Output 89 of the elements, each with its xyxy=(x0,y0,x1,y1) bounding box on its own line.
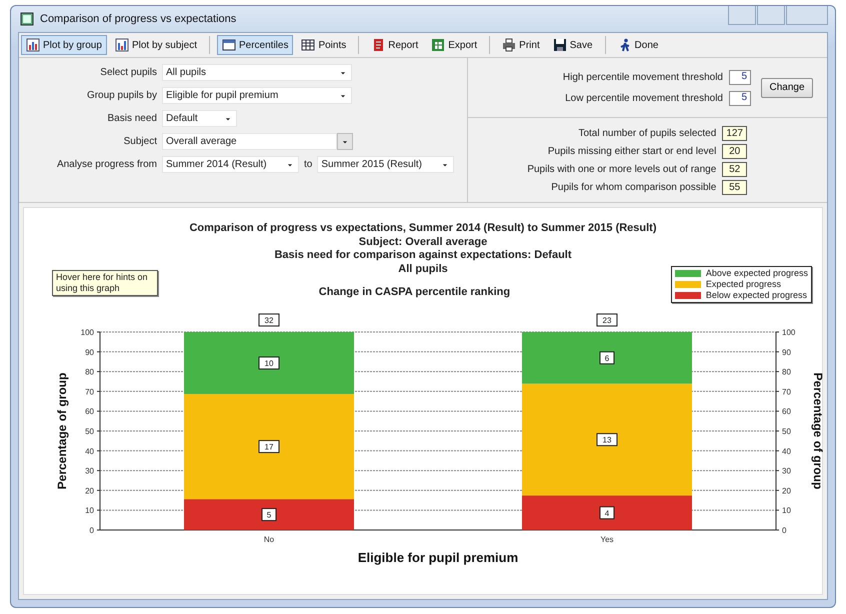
bar-chart-icon xyxy=(114,38,129,52)
document-icon xyxy=(371,38,386,52)
total-label: 23 xyxy=(596,314,618,326)
count-label: 10 xyxy=(258,356,280,370)
printer-icon xyxy=(502,38,516,52)
change-button[interactable]: Change xyxy=(761,78,813,98)
axis-tick-label: 90 xyxy=(85,348,94,357)
field-label: High percentile movement threshold xyxy=(562,72,723,82)
axis-tick-label: 0 xyxy=(90,526,94,535)
window-icon xyxy=(222,38,236,52)
stat-label: Pupils for whom comparison possible xyxy=(550,182,716,193)
bar-chart-icon xyxy=(26,38,40,52)
count-label: 13 xyxy=(596,433,618,446)
toolbar-button[interactable]: Export xyxy=(426,35,482,55)
axis-tick-label: 0 xyxy=(782,526,786,535)
axis-tick-label: 30 xyxy=(782,466,791,476)
report-heading: Subject: Overall average xyxy=(358,236,488,249)
toolbar-button[interactable]: Report xyxy=(366,35,424,55)
hint-box[interactable]: Hover here for hints on using this graph xyxy=(52,270,158,296)
axis-tick-label: 70 xyxy=(85,387,94,396)
toolbar-button[interactable]: Percentiles xyxy=(216,35,294,55)
legend-label: Expected progress xyxy=(706,279,781,290)
axis-tick-label: 100 xyxy=(782,328,796,337)
stat-value: 20 xyxy=(722,144,747,159)
field-label: Group pupils by xyxy=(86,90,157,101)
report-heading: Basis need for comparison against expectations: Default xyxy=(274,249,572,262)
input-field[interactable]: 5 xyxy=(729,90,751,106)
input-field[interactable]: 5 xyxy=(729,70,751,84)
window-title: Comparison of progress vs expectations xyxy=(40,13,236,25)
axis-tick-label: 100 xyxy=(80,328,94,337)
count-label: 6 xyxy=(600,351,614,364)
stat-label: Total number of pupils selected xyxy=(577,128,716,139)
toolbar-button[interactable]: Plot by group xyxy=(21,35,107,55)
input-field[interactable]: Overall average xyxy=(162,133,337,150)
total-label: 32 xyxy=(258,314,280,326)
axis-tick-label: 30 xyxy=(85,466,94,476)
stat-label: Pupils missing either start or end level xyxy=(546,146,716,157)
field-label: Subject xyxy=(122,136,157,147)
walking-figure-icon xyxy=(618,38,632,52)
field-label: Select pupils xyxy=(99,67,157,78)
spreadsheet-icon xyxy=(431,38,446,52)
toolbar-button[interactable]: Points xyxy=(296,35,352,55)
app-icon xyxy=(20,12,34,26)
dropdown[interactable]: Summer 2014 (Result) xyxy=(162,156,299,173)
toolbar-button[interactable]: Save xyxy=(548,35,598,55)
axis-tick-label: 40 xyxy=(782,446,791,456)
axis-tick-label: 60 xyxy=(85,407,94,416)
report-heading: All pupils xyxy=(398,262,448,276)
dropdown[interactable]: All pupils xyxy=(162,64,352,81)
axis-tick-label: 10 xyxy=(85,506,94,516)
axis-tick-label: 80 xyxy=(85,368,94,377)
category-label: No xyxy=(264,535,274,544)
field-label: to xyxy=(304,159,312,170)
axis-tick-label: 40 xyxy=(85,446,94,456)
legend-label: Above expected progress xyxy=(706,268,808,279)
axis-tick-label: 20 xyxy=(782,486,791,496)
dropdown[interactable]: Summer 2015 (Result) xyxy=(317,156,454,173)
chart-title: Change in CASPA percentile ranking xyxy=(318,286,510,298)
toolbar-button[interactable]: Done xyxy=(612,35,664,55)
count-label: 4 xyxy=(600,506,614,520)
y-axis-title: Percentage of group xyxy=(811,372,825,490)
axis-tick-label: 50 xyxy=(85,427,94,436)
axis-tick-label: 10 xyxy=(782,506,791,516)
axis-tick-label: 90 xyxy=(782,348,791,357)
stat-value: 127 xyxy=(722,126,747,141)
toolbar-button[interactable]: Print xyxy=(497,35,545,55)
y-axis-title: Percentage of group xyxy=(55,372,69,490)
stat-value: 52 xyxy=(722,162,747,177)
dropdown[interactable]: Eligible for pupil premium xyxy=(162,87,352,104)
field-label: Basis need xyxy=(106,113,157,124)
stat-label: Pupils with one or more levels out of range xyxy=(526,164,716,175)
count-label: 5 xyxy=(262,508,276,522)
field-label: Analyse progress from xyxy=(56,159,157,170)
table-icon xyxy=(301,38,316,52)
axis-tick-label: 20 xyxy=(85,486,94,496)
axis-tick-label: 50 xyxy=(782,427,791,436)
stat-value: 55 xyxy=(722,180,747,195)
category-label: Yes xyxy=(600,535,614,544)
field-label: Low percentile movement threshold xyxy=(564,92,723,104)
report-heading: Comparison of progress vs expectations, Summer 2014 (Result) to Summer 2015 (Result) xyxy=(189,222,657,236)
axis-tick-label: 60 xyxy=(782,407,791,416)
axis-tick-label: 70 xyxy=(782,387,791,396)
axis-tick-label: 80 xyxy=(782,368,791,377)
dropdown[interactable]: Default xyxy=(162,110,237,127)
count-label: 17 xyxy=(258,440,280,454)
x-axis-title: Eligible for pupil premium xyxy=(358,550,518,565)
legend-label: Below expected progress xyxy=(706,290,807,301)
dropdown-button[interactable] xyxy=(337,133,353,150)
toolbar-button[interactable]: Plot by subject xyxy=(110,35,202,55)
